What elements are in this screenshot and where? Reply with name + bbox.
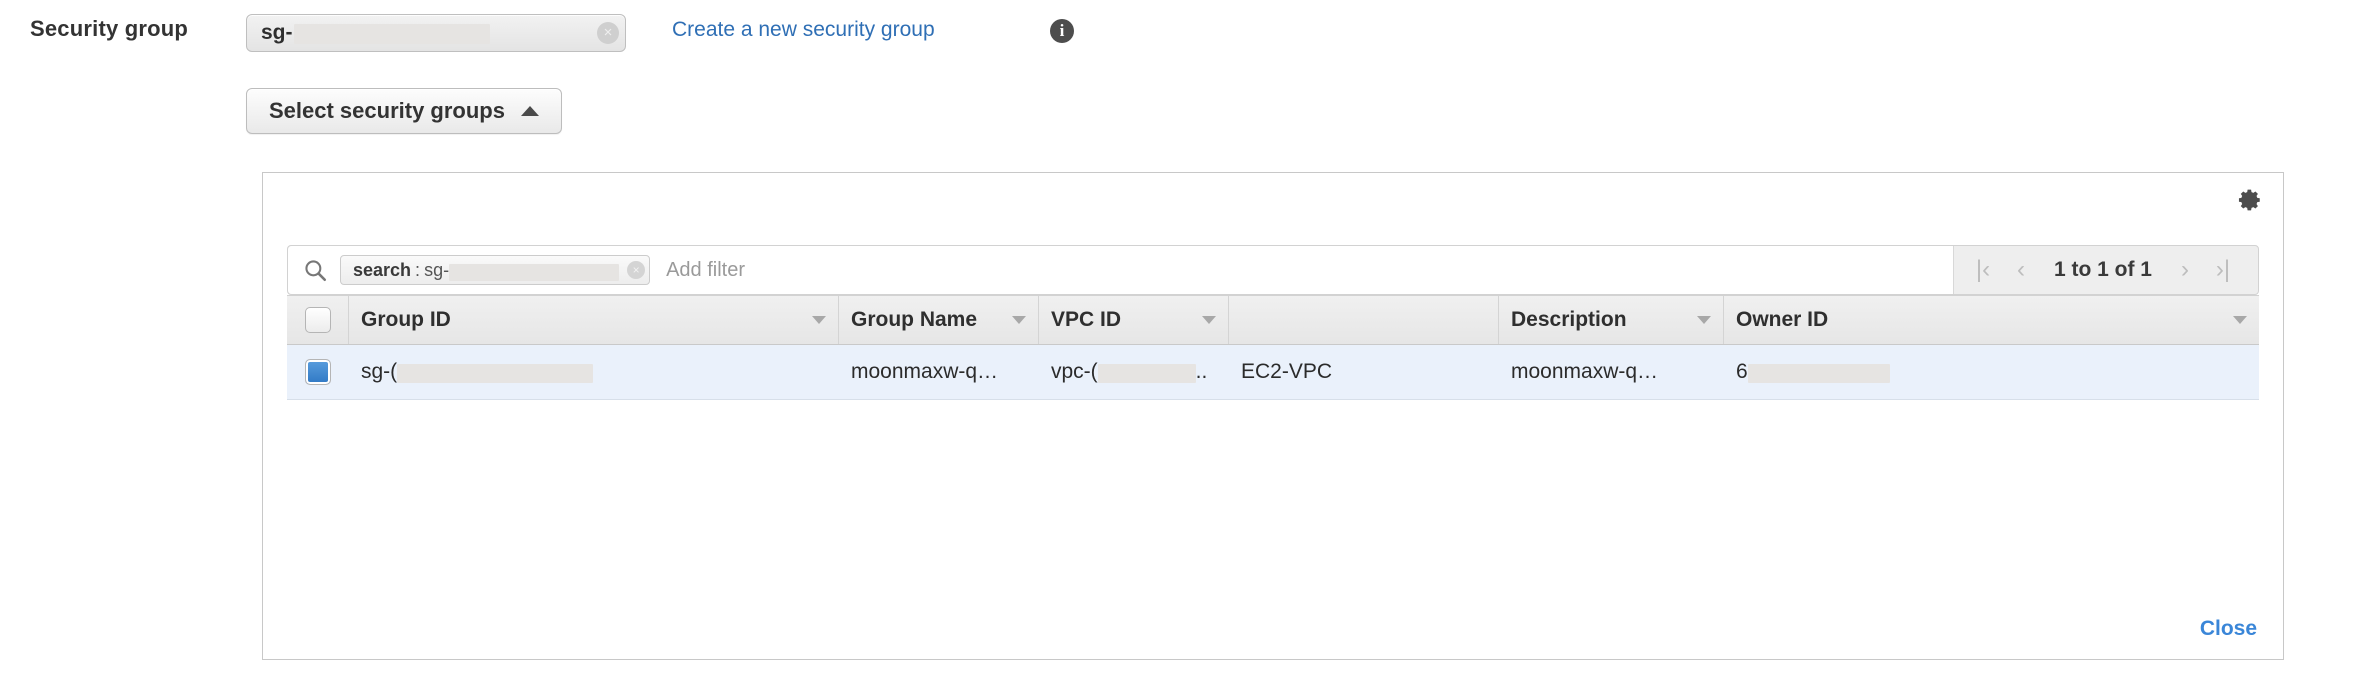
chip-value-redaction (449, 264, 619, 281)
security-group-picker-panel: search : sg- × Add filter |‹ ‹ 1 to 1 of… (262, 172, 2284, 660)
sort-caret-icon[interactable] (1012, 316, 1026, 324)
chip-value: sg- (424, 260, 449, 281)
cell-owner-id: 6 (1724, 345, 2259, 399)
security-group-token-text: sg- (261, 21, 293, 45)
column-label: Description (1511, 308, 1627, 332)
table-row[interactable]: sg-( moonmaxw-q… vpc-( .. EC2-VPC moonma… (287, 345, 2259, 400)
gear-icon[interactable] (2237, 187, 2263, 213)
column-label: Owner ID (1736, 308, 1828, 332)
search-filter-chip[interactable]: search : sg- × (340, 255, 650, 285)
cell-group-name: moonmaxw-q… (839, 345, 1039, 399)
cell-group-id: sg-( (349, 345, 839, 399)
add-filter-input[interactable]: Add filter (666, 259, 1953, 282)
column-label: Group ID (361, 308, 451, 332)
last-page-button[interactable]: ›| (2204, 256, 2242, 284)
select-security-groups-button[interactable]: Select security groups (246, 88, 562, 134)
cell-vpc-id: vpc-( .. (1039, 345, 1229, 399)
sort-caret-icon[interactable] (1697, 316, 1711, 324)
select-all-checkbox[interactable] (305, 307, 331, 333)
cell-owner-id-redaction (1748, 364, 1890, 383)
cell-owner-id-text: 6 (1736, 360, 1748, 384)
search-icon (302, 257, 328, 283)
select-security-groups-label: Select security groups (269, 98, 505, 124)
pagination-count: 1 to 1 of 1 (2040, 258, 2166, 282)
security-group-label: Security group (30, 16, 188, 42)
chip-key: search (353, 260, 411, 281)
select-all-header-cell[interactable] (287, 296, 349, 344)
clear-token-icon[interactable]: × (597, 22, 619, 44)
info-icon[interactable]: i (1050, 19, 1074, 43)
security-group-token-redaction (294, 24, 490, 44)
previous-page-button[interactable]: ‹ (2002, 256, 2040, 284)
sort-caret-icon[interactable] (812, 316, 826, 324)
row-checkbox[interactable] (305, 359, 331, 385)
first-page-button[interactable]: |‹ (1964, 256, 2002, 284)
filter-toolbar: search : sg- × Add filter |‹ ‹ 1 to 1 of… (287, 245, 2259, 295)
next-page-button[interactable]: › (2166, 256, 2204, 284)
column-label: VPC ID (1051, 308, 1121, 332)
cell-vpc-id-suffix: .. (1196, 360, 1208, 384)
column-label: Group Name (851, 308, 977, 332)
column-header-unnamed[interactable] (1229, 296, 1499, 344)
column-header-group-id[interactable]: Group ID (349, 296, 839, 344)
cell-description: moonmaxw-q… (1499, 345, 1724, 399)
cell-group-id-redaction (397, 364, 593, 383)
chip-separator: : (415, 260, 420, 281)
security-groups-table: Group ID Group Name VPC ID Description O… (287, 295, 2259, 400)
cell-vpc-type: EC2-VPC (1229, 345, 1499, 399)
pagination-controls: |‹ ‹ 1 to 1 of 1 › ›| (1954, 246, 2258, 294)
sort-caret-icon[interactable] (2233, 316, 2247, 324)
cell-group-id-text: sg-( (361, 360, 397, 384)
create-new-security-group-link[interactable]: Create a new security group (672, 18, 935, 42)
chip-clear-icon[interactable]: × (627, 261, 645, 279)
sort-caret-icon[interactable] (1202, 316, 1216, 324)
search-filter-box[interactable]: search : sg- × Add filter (288, 246, 1954, 294)
table-header-row: Group ID Group Name VPC ID Description O… (287, 295, 2259, 345)
column-header-owner-id[interactable]: Owner ID (1724, 296, 2259, 344)
column-header-group-name[interactable]: Group Name (839, 296, 1039, 344)
close-panel-link[interactable]: Close (2200, 617, 2257, 641)
cell-vpc-id-redaction (1098, 364, 1196, 383)
column-header-vpc-id[interactable]: VPC ID (1039, 296, 1229, 344)
cell-vpc-id-text: vpc-( (1051, 360, 1098, 384)
column-header-description[interactable]: Description (1499, 296, 1724, 344)
chevron-up-icon (521, 106, 539, 116)
row-select-cell[interactable] (287, 345, 349, 399)
security-group-token-field[interactable]: sg- × (246, 14, 626, 52)
